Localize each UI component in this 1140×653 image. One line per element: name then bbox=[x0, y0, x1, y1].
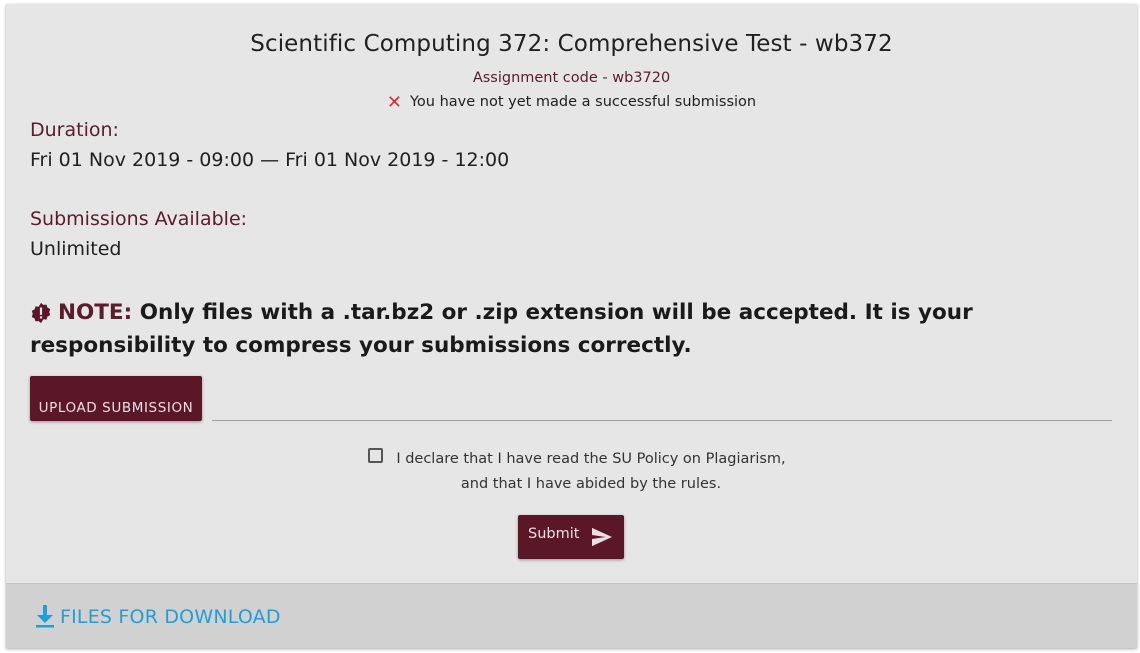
upload-submission-button[interactable]: UPLOAD SUBMISSION bbox=[30, 376, 202, 421]
assignment-card: Scientific Computing 372: Comprehensive … bbox=[6, 4, 1137, 648]
declaration-line-2: and that I have abided by the rules. bbox=[460, 476, 722, 492]
files-for-download-label: FILES FOR DOWNLOAD bbox=[60, 606, 281, 628]
declaration-text: I declare that I have read the SU Policy… bbox=[386, 447, 796, 497]
assignment-code: Assignment code - wb3720 bbox=[472, 70, 671, 86]
close-x-icon: ✕ bbox=[386, 92, 402, 113]
assignment-title: Scientific Computing 372: Comprehensive … bbox=[250, 31, 893, 57]
footer-bar: FILES FOR DOWNLOAD bbox=[6, 583, 1137, 648]
file-name-field bbox=[212, 420, 1112, 421]
files-for-download-link[interactable]: FILES FOR DOWNLOAD bbox=[34, 604, 281, 628]
submissions-value: Unlimited bbox=[30, 238, 122, 260]
alert-badge-icon bbox=[30, 301, 52, 324]
submit-button-label: Submit bbox=[528, 526, 580, 542]
declaration-checkbox[interactable] bbox=[368, 448, 383, 463]
declaration-line-1: I declare that I have read the SU Policy… bbox=[396, 451, 786, 467]
note-text: Only files with a .tar.bz2 or .zip exten… bbox=[30, 300, 973, 358]
duration-label: Duration: bbox=[30, 119, 119, 141]
submission-status: ✕ You have not yet made a successful subm… bbox=[6, 92, 1137, 113]
download-icon bbox=[34, 604, 56, 628]
send-icon bbox=[591, 527, 613, 547]
submit-button[interactable]: Submit bbox=[518, 515, 624, 559]
submission-status-text: You have not yet made a successful submi… bbox=[409, 94, 757, 110]
duration-value: Fri 01 Nov 2019 - 09:00 — Fri 01 Nov 201… bbox=[30, 149, 510, 171]
note-block: NOTE: Only files with a .tar.bz2 or .zip… bbox=[30, 296, 1110, 362]
note-label: NOTE: bbox=[58, 300, 133, 325]
submissions-label: Submissions Available: bbox=[30, 208, 248, 230]
